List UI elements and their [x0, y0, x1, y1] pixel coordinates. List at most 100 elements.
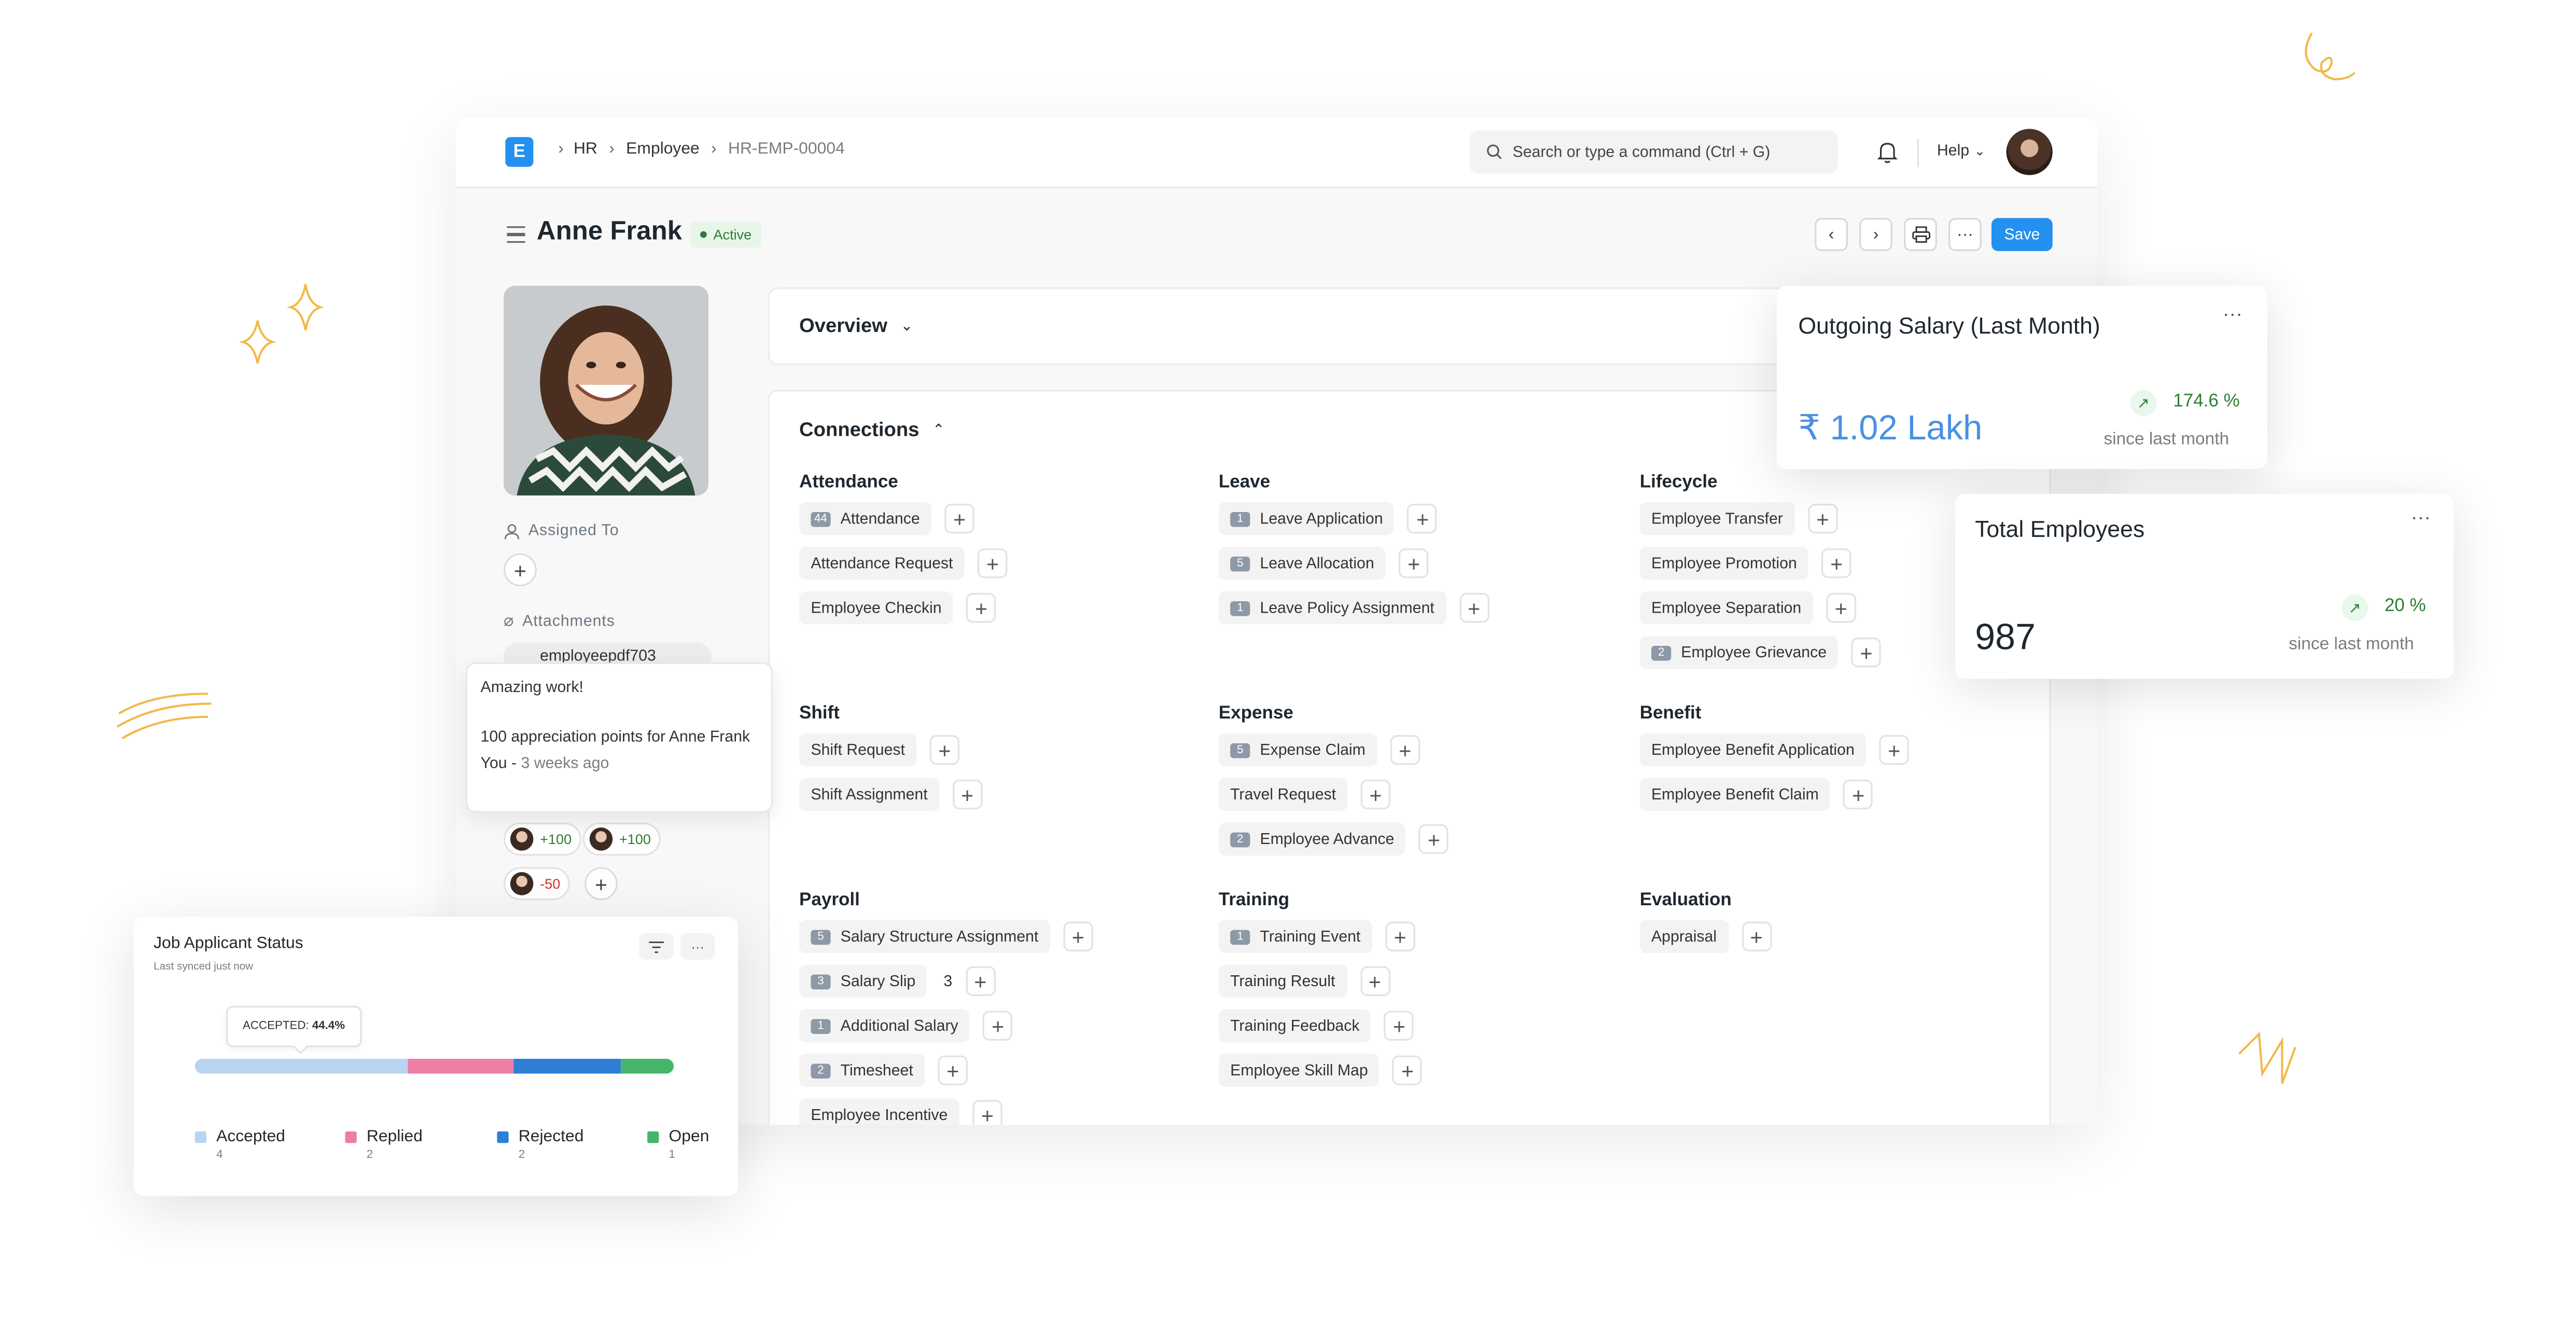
employee-photo[interactable]	[504, 285, 708, 496]
connection-link-appraisal[interactable]: Appraisal	[1639, 920, 1729, 953]
add-connection-button[interactable]: +	[1384, 1011, 1414, 1041]
help-dropdown[interactable]: Help ⌄	[1937, 142, 1985, 160]
status-segment-replied[interactable]	[408, 1058, 514, 1074]
connection-link-employee-benefit-application[interactable]: Employee Benefit Application	[1639, 733, 1867, 767]
connection-link-leave-policy-assignment[interactable]: 1 Leave Policy Assignment	[1218, 591, 1446, 625]
printer-icon	[1911, 226, 1930, 243]
sidebar-toggle-icon[interactable]	[507, 226, 525, 243]
add-connection-button[interactable]: +	[1851, 638, 1882, 668]
add-connection-button[interactable]: +	[1419, 824, 1449, 854]
add-connection-button[interactable]: +	[966, 593, 996, 623]
more-options-button[interactable]: ···	[680, 933, 715, 960]
connection-link-employee-checkin[interactable]: Employee Checkin	[799, 591, 953, 625]
status-percentage-bar[interactable]	[194, 1058, 674, 1074]
next-button[interactable]: ›	[1859, 218, 1892, 251]
kudo-badge[interactable]: +100	[582, 822, 661, 856]
add-kudo-button[interactable]: +	[584, 867, 618, 901]
connection-row: 5 Leave Allocation +	[1218, 546, 1429, 580]
connection-link-shift-request[interactable]: Shift Request	[799, 733, 917, 767]
more-actions-button[interactable]: ···	[1948, 218, 1982, 251]
add-connection-button[interactable]: +	[1360, 966, 1390, 996]
add-connection-button[interactable]: +	[1399, 548, 1429, 578]
legend-swatch	[345, 1131, 357, 1143]
add-connection-button[interactable]: +	[1826, 593, 1856, 623]
add-connection-button[interactable]: +	[978, 548, 1008, 578]
add-connection-button[interactable]: +	[1459, 593, 1489, 623]
add-connection-button[interactable]: +	[1807, 504, 1837, 534]
status-segment-accepted[interactable]	[194, 1058, 408, 1074]
add-connection-button[interactable]: +	[1741, 921, 1772, 951]
status-segment-open[interactable]	[620, 1058, 674, 1074]
connection-link-expense-claim[interactable]: 5 Expense Claim	[1218, 733, 1377, 767]
add-connection-button[interactable]: +	[1408, 504, 1438, 534]
connection-link-salary-slip[interactable]: 3 Salary Slip	[799, 964, 927, 998]
add-connection-button[interactable]: +	[929, 735, 960, 765]
connection-link-training-feedback[interactable]: Training Feedback	[1218, 1009, 1371, 1043]
connection-link-employee-benefit-claim[interactable]: Employee Benefit Claim	[1639, 778, 1831, 811]
connection-link-salary-structure-assignment[interactable]: 5 Salary Structure Assignment	[799, 920, 1050, 953]
user-avatar[interactable]	[2006, 129, 2053, 175]
connection-label: Expense Claim	[1260, 741, 1366, 759]
add-connection-button[interactable]: +	[1393, 1055, 1423, 1085]
connection-link-training-result[interactable]: Training Result	[1218, 964, 1347, 998]
kudo-badge[interactable]: -50	[504, 867, 570, 901]
trend-up-icon: ↗	[2130, 390, 2157, 417]
connection-row: 1 Leave Policy Assignment +	[1218, 591, 1489, 625]
add-connection-button[interactable]: +	[952, 779, 982, 810]
connection-link-training-event[interactable]: 1 Training Event	[1218, 920, 1372, 953]
save-button[interactable]: Save	[1991, 218, 2053, 251]
employees-change: 20 %	[2384, 596, 2426, 616]
popover-meta: You - 3 weeks ago	[480, 755, 609, 773]
previous-button[interactable]: ‹	[1815, 218, 1848, 251]
connection-link-leave-allocation[interactable]: 5 Leave Allocation	[1218, 546, 1386, 580]
connection-link-timesheet[interactable]: 2 Timesheet	[799, 1054, 925, 1087]
connection-link-travel-request[interactable]: Travel Request	[1218, 778, 1348, 811]
add-connection-button[interactable]: +	[972, 1100, 1002, 1125]
breadcrumb: › HR › Employee › HR-EMP-00004	[548, 141, 845, 159]
connection-link-employee-incentive[interactable]: Employee Incentive	[799, 1098, 959, 1125]
connection-link-employee-promotion[interactable]: Employee Promotion	[1639, 546, 1809, 580]
add-connection-button[interactable]: +	[1879, 735, 1909, 765]
connection-row: Shift Assignment +	[799, 778, 982, 811]
tooltip-value: 44.4%	[312, 1020, 345, 1032]
add-connection-button[interactable]: +	[1843, 779, 1873, 810]
connections-header[interactable]: Connections ⌃	[799, 418, 945, 441]
more-options-icon[interactable]: ···	[2411, 505, 2431, 529]
count-badge: 1	[1230, 600, 1250, 616]
kudo-badge[interactable]: +100	[504, 822, 582, 856]
count-badge: 3	[811, 973, 831, 989]
add-connection-button[interactable]: +	[1360, 779, 1391, 810]
filter-button[interactable]	[639, 933, 674, 960]
popover-author: You	[480, 755, 507, 773]
connection-link-employee-separation[interactable]: Employee Separation	[1639, 591, 1813, 625]
connection-link-leave-application[interactable]: 1 Leave Application	[1218, 502, 1395, 535]
connection-row: Travel Request +	[1218, 778, 1391, 811]
add-connection-button[interactable]: +	[944, 504, 974, 534]
connection-link-employee-grievance[interactable]: 2 Employee Grievance	[1639, 635, 1839, 669]
connection-link-attendance[interactable]: 44 Attendance	[799, 502, 932, 535]
group-title-attendance: Attendance	[799, 472, 898, 492]
breadcrumb-employee[interactable]: Employee	[626, 141, 700, 159]
breadcrumb-hr[interactable]: HR	[574, 141, 597, 159]
app-logo[interactable]: E	[505, 137, 534, 167]
add-connection-button[interactable]: +	[1821, 548, 1851, 578]
connection-link-shift-assignment[interactable]: Shift Assignment	[799, 778, 939, 811]
connection-link-additional-salary[interactable]: 1 Additional Salary	[799, 1009, 970, 1043]
connection-link-employee-advance[interactable]: 2 Employee Advance	[1218, 822, 1406, 856]
bell-icon[interactable]	[1877, 141, 1898, 164]
add-connection-button[interactable]: +	[1063, 921, 1093, 951]
add-connection-button[interactable]: +	[1390, 735, 1420, 765]
add-connection-button[interactable]: +	[938, 1055, 968, 1085]
search-input[interactable]: Search or type a command (Ctrl + G)	[1469, 130, 1838, 174]
add-connection-button[interactable]: +	[965, 966, 996, 996]
connection-link-employee-transfer[interactable]: Employee Transfer	[1639, 502, 1795, 535]
more-options-icon[interactable]: ···	[2223, 302, 2243, 326]
add-connection-button[interactable]: +	[1385, 921, 1415, 951]
connection-link-employee-skill-map[interactable]: Employee Skill Map	[1218, 1054, 1380, 1087]
add-assignee-button[interactable]: +	[504, 553, 537, 587]
connection-link-attendance-request[interactable]: Attendance Request	[799, 546, 965, 580]
connection-label: Training Event	[1260, 927, 1361, 946]
status-segment-rejected[interactable]	[514, 1058, 621, 1074]
print-button[interactable]	[1904, 218, 1937, 251]
add-connection-button[interactable]: +	[983, 1011, 1013, 1041]
